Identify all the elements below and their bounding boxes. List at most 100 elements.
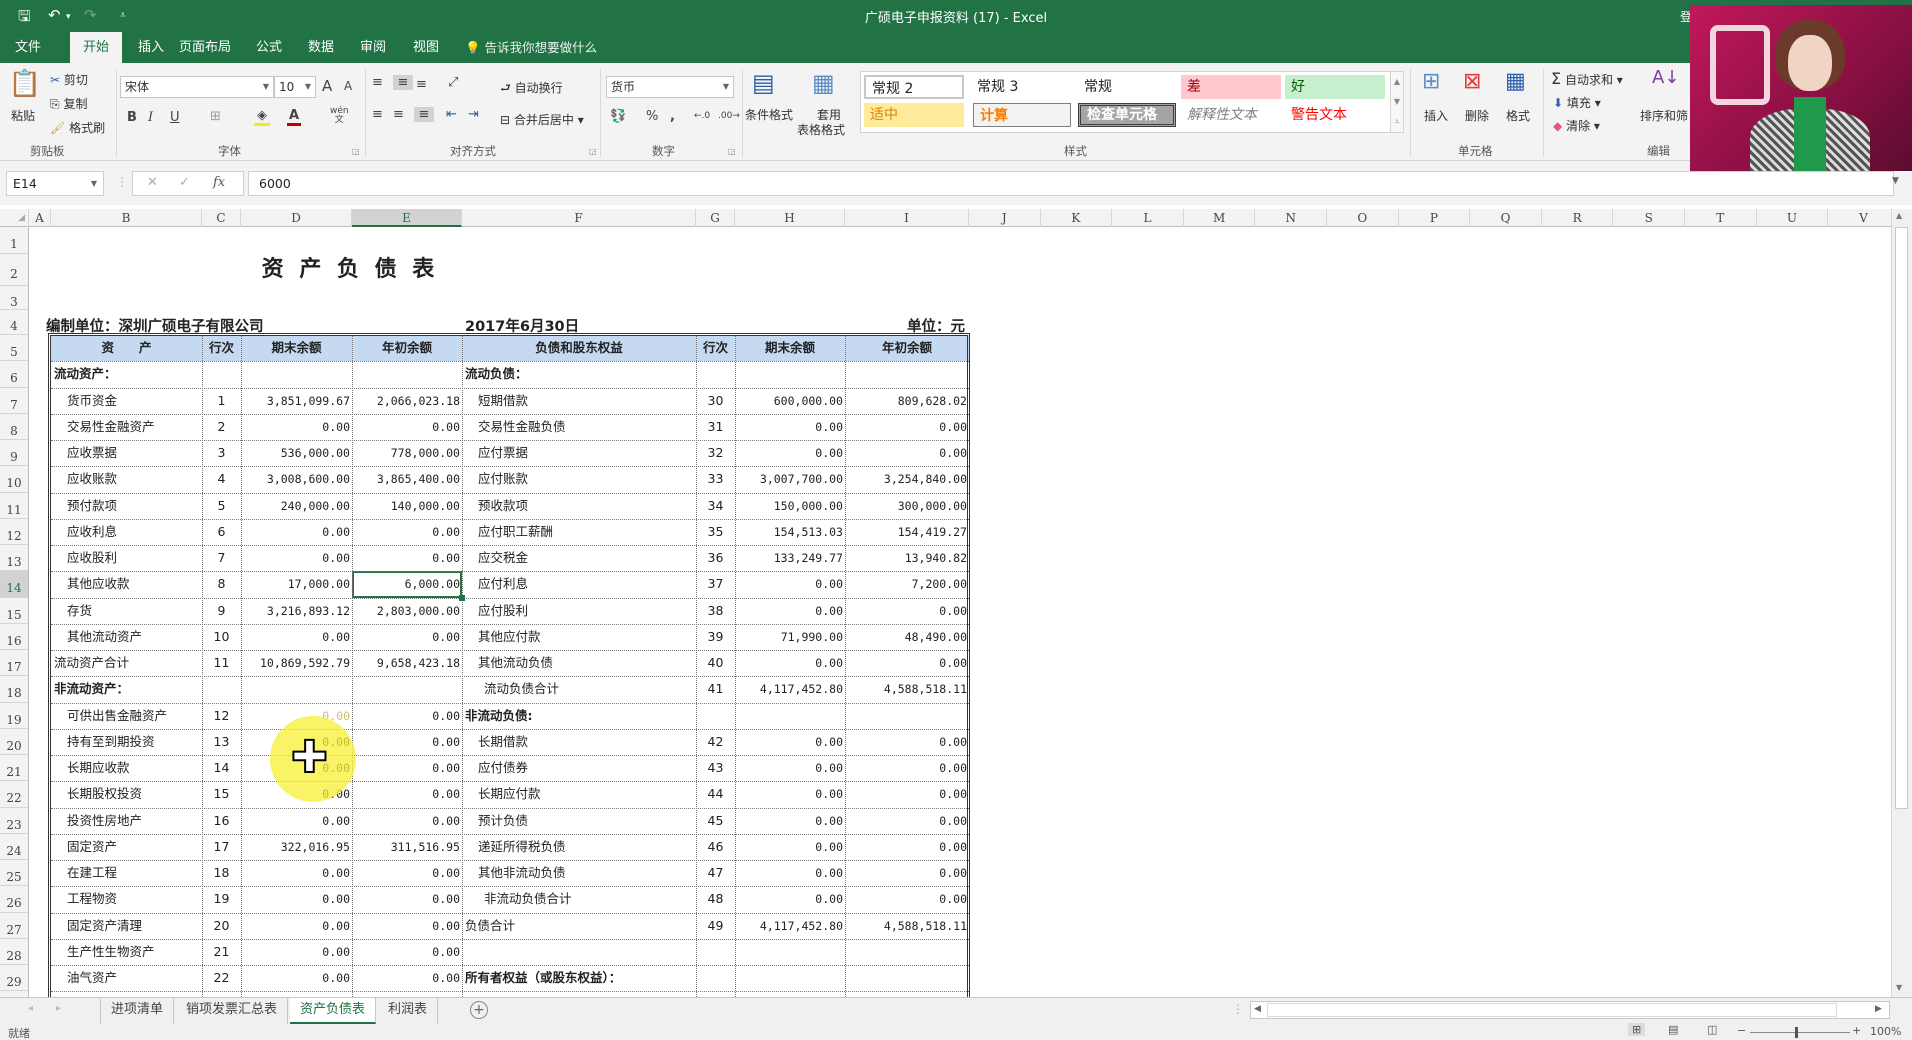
liability-item-label[interactable]: 应付账款	[462, 466, 696, 492]
asset-beginning-balance[interactable]	[352, 676, 462, 702]
column-header-n[interactable]: N	[1255, 209, 1327, 227]
asset-ending-balance[interactable]: 3,008,600.00	[241, 466, 352, 492]
liability-line-no[interactable]	[696, 939, 735, 965]
sort-filter-button[interactable]: 排序和筛	[1640, 107, 1688, 124]
asset-beginning-balance[interactable]	[352, 361, 462, 387]
row-header-12[interactable]: 12	[0, 519, 28, 545]
asset-item-label[interactable]: 投资性房地产	[51, 808, 202, 834]
table-format-icon[interactable]: ▦	[812, 69, 835, 97]
asset-beginning-balance[interactable]: 0.00	[352, 781, 462, 807]
liability-ending-balance[interactable]: 0.00	[735, 414, 845, 440]
style-calculation[interactable]: 计算	[973, 103, 1071, 127]
scroll-up-icon[interactable]: ▲	[1896, 211, 1902, 220]
asset-item-label[interactable]: 长期应收款	[51, 755, 202, 781]
liability-ending-balance[interactable]: 150,000.00	[735, 493, 845, 519]
liability-ending-balance[interactable]: 0.00	[735, 598, 845, 624]
zoom-slider[interactable]	[1750, 1032, 1850, 1033]
liability-line-no[interactable]: 31	[696, 414, 735, 440]
liability-item-label[interactable]: 预收款项	[462, 493, 696, 519]
asset-ending-balance[interactable]: 0.00	[241, 886, 352, 912]
asset-ending-balance[interactable]: 0.00	[241, 860, 352, 886]
asset-beginning-balance[interactable]: 0.00	[352, 913, 462, 939]
row-header-29[interactable]: 29	[0, 965, 28, 992]
sheet-tab-purchase-list[interactable]: 进项清单	[100, 998, 175, 1024]
asset-ending-balance[interactable]: 536,000.00	[241, 440, 352, 466]
asset-item-label[interactable]: 固定资产清理	[51, 913, 202, 939]
liability-item-label[interactable]: 递延所得税负债	[462, 834, 696, 860]
asset-item-label[interactable]: 流动资产合计	[51, 650, 202, 676]
column-header-o[interactable]: O	[1327, 209, 1399, 227]
liability-line-no[interactable]: 44	[696, 781, 735, 807]
asset-ending-balance[interactable]: 0.00	[241, 913, 352, 939]
style-bad[interactable]: 差	[1181, 75, 1281, 99]
asset-item-label[interactable]: 可供出售金融资产	[51, 703, 202, 729]
asset-ending-balance[interactable]: 0.00	[241, 624, 352, 650]
liability-ending-balance[interactable]: 133,249.77	[735, 545, 845, 571]
liability-line-no[interactable]: 37	[696, 571, 735, 597]
fill-color-icon[interactable]: ◈	[254, 108, 270, 126]
liability-beginning-balance[interactable]: 0.00	[845, 755, 969, 781]
liability-beginning-balance[interactable]: 0.00	[845, 440, 969, 466]
conditional-format-icon[interactable]: ▤	[752, 69, 775, 97]
paste-icon[interactable]: 📋	[8, 69, 42, 99]
liability-ending-balance[interactable]: 154,513.03	[735, 519, 845, 545]
row-header-14[interactable]: 14	[0, 571, 28, 598]
row-header-17[interactable]: 17	[0, 650, 28, 677]
column-header-l[interactable]: L	[1112, 209, 1184, 227]
asset-line-no[interactable]: 2	[202, 414, 241, 440]
column-header-i[interactable]: I	[845, 209, 969, 227]
asset-ending-balance[interactable]: 0.00	[241, 808, 352, 834]
asset-beginning-balance[interactable]: 0.00	[352, 860, 462, 886]
row-header-15[interactable]: 15	[0, 598, 28, 624]
zoom-in-icon[interactable]: +	[1852, 1024, 1861, 1037]
table-header-cell[interactable]: 负债和股东权益	[462, 335, 696, 362]
delete-cells-button[interactable]: 删除	[1465, 107, 1489, 124]
asset-item-label[interactable]: 存货	[51, 598, 202, 624]
name-box[interactable]: E14 ▼	[6, 171, 104, 196]
liability-beginning-balance[interactable]: 7,200.00	[845, 571, 969, 597]
row-header-7[interactable]: 7	[0, 388, 28, 414]
liability-line-no[interactable]	[696, 703, 735, 729]
row-header-3[interactable]: 3	[0, 286, 28, 310]
format-painter-button[interactable]: 🖌 格式刷	[50, 119, 105, 136]
row-header-16[interactable]: 16	[0, 624, 28, 650]
liability-item-label[interactable]: 其他应付款	[462, 624, 696, 650]
liability-ending-balance[interactable]	[735, 703, 845, 729]
row-header-23[interactable]: 23	[0, 808, 28, 834]
align-left-icon[interactable]: ≡	[372, 107, 383, 122]
border-icon[interactable]: ⊞	[210, 109, 221, 124]
copy-button[interactable]: ⎘ 复制	[50, 95, 87, 112]
liability-beginning-balance[interactable]: 3,254,840.00	[845, 466, 969, 492]
unit-label[interactable]: 单位：元	[735, 310, 965, 335]
scroll-right-icon[interactable]: ▶	[1875, 1004, 1882, 1014]
asset-ending-balance[interactable]: 0.00	[241, 939, 352, 965]
gallery-scroll[interactable]: ▲ ▼ ⩡	[1390, 71, 1404, 133]
column-header-q[interactable]: Q	[1470, 209, 1542, 227]
row-header-20[interactable]: 20	[0, 729, 28, 755]
liability-ending-balance[interactable]: 0.00	[735, 650, 845, 676]
liability-beginning-balance[interactable]	[845, 939, 969, 965]
phonetic-icon[interactable]: wén 文	[330, 107, 349, 125]
asset-item-label[interactable]: 持有至到期投资	[51, 729, 202, 755]
column-header-v[interactable]: V	[1828, 209, 1900, 227]
row-header-6[interactable]: 6	[0, 361, 28, 388]
column-header-b[interactable]: B	[51, 209, 202, 227]
asset-item-label[interactable]: 固定资产	[51, 834, 202, 860]
clear-button[interactable]: ◆ 清除 ▾	[1553, 117, 1600, 134]
insert-function-icon[interactable]: fx	[213, 175, 225, 190]
liability-item-label[interactable]: 其他非流动负债	[462, 860, 696, 886]
liability-beginning-balance[interactable]: 300,000.00	[845, 493, 969, 519]
asset-beginning-balance[interactable]: 0.00	[352, 965, 462, 991]
asset-ending-balance[interactable]: 17,000.00	[241, 571, 352, 597]
row-header-11[interactable]: 11	[0, 493, 28, 519]
liability-ending-balance[interactable]: 71,990.00	[735, 624, 845, 650]
liability-beginning-balance[interactable]: 0.00	[845, 650, 969, 676]
asset-item-label[interactable]: 在建工程	[51, 860, 202, 886]
page-break-view-icon[interactable]: ◫	[1707, 1023, 1717, 1036]
style-normal-2[interactable]: 常规 2	[864, 75, 964, 99]
asset-line-no[interactable]: 19	[202, 886, 241, 912]
liability-item-label[interactable]: 交易性金融负债	[462, 414, 696, 440]
liability-ending-balance[interactable]: 4,117,452.80	[735, 676, 845, 702]
liability-line-no[interactable]: 39	[696, 624, 735, 650]
cancel-icon[interactable]: ✕	[147, 175, 158, 190]
